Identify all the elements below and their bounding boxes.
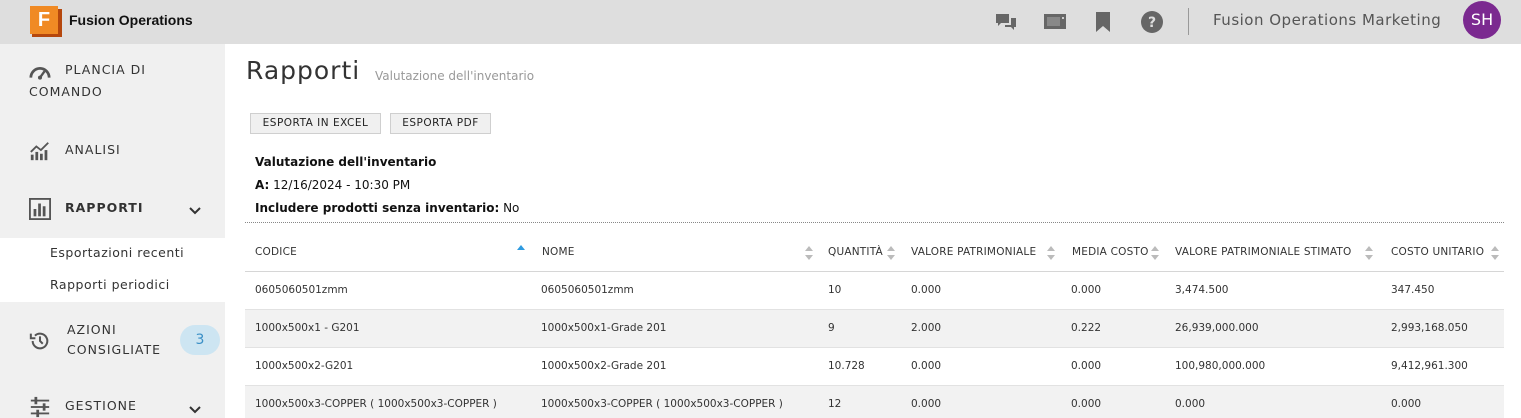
report-date-value: 12/16/2024 - 10:30 PM <box>273 178 411 192</box>
cell-costo-unitario: 347.450 <box>1391 284 1435 296</box>
include-products-value: No <box>503 201 520 215</box>
section-divider <box>245 222 1504 223</box>
export-excel-button[interactable]: ESPORTA IN EXCEL <box>250 113 381 134</box>
cell-costo-unitario: 9,412,961.300 <box>1391 360 1468 372</box>
sidebar-subitem-periodic-reports[interactable]: Rapporti periodici <box>50 277 170 292</box>
sidebar-item-gestione[interactable]: GESTIONE <box>0 392 225 418</box>
cell-valore-stimato: 0.000 <box>1175 398 1206 410</box>
cell-codice: 1000x500x3-COPPER ( 1000x500x3-COPPER ) <box>255 398 497 410</box>
export-pdf-button[interactable]: ESPORTA PDF <box>390 113 491 134</box>
sort-icon[interactable] <box>805 245 813 261</box>
cell-quantita: 10 <box>828 284 842 296</box>
sidebar: PLANCIA DI COMANDO ANALISI RAPPORTI Espo… <box>0 44 225 418</box>
cell-media-costo: 0.000 <box>1071 284 1102 296</box>
include-products-label: Includere prodotti senza inventario: <box>255 201 500 215</box>
sidebar-item-label: RAPPORTI <box>65 200 144 215</box>
cell-valore-patrimoniale: 0.000 <box>911 284 942 296</box>
cell-costo-unitario: 2,993,168.050 <box>1391 322 1468 334</box>
cell-valore-stimato: 26,939,000.000 <box>1175 322 1259 334</box>
cell-valore-patrimoniale: 2.000 <box>911 322 942 334</box>
report-date: A: 12/16/2024 - 10:30 PM <box>255 178 410 192</box>
column-header-nome[interactable]: NOME <box>542 246 575 258</box>
toolbar-divider <box>1188 8 1189 35</box>
cell-valore-stimato: 100,980,000.000 <box>1175 360 1266 372</box>
cell-quantita: 10.728 <box>828 360 865 372</box>
column-header-media-costo[interactable]: MEDIA COSTO <box>1072 246 1149 258</box>
chevron-down-icon[interactable] <box>188 402 202 416</box>
sidebar-item-dashboard[interactable]: PLANCIA DI COMANDO <box>0 54 225 106</box>
column-header-valore-patrimoniale-stimato[interactable]: VALORE PATRIMONIALE STIMATO <box>1175 246 1352 258</box>
chat-icon[interactable] <box>994 10 1018 34</box>
sidebar-subitem-recent-exports[interactable]: Esportazioni recenti <box>50 245 184 260</box>
cell-valore-patrimoniale: 0.000 <box>911 398 942 410</box>
line-chart-icon <box>30 142 49 161</box>
display-icon[interactable] <box>1043 10 1067 34</box>
column-header-quantita[interactable]: QUANTITÀ <box>828 246 883 258</box>
column-header-codice[interactable]: CODICE <box>255 246 297 258</box>
suggested-actions-count-badge: 3 <box>180 325 220 355</box>
cell-quantita: 12 <box>828 398 842 410</box>
sort-icon[interactable] <box>1047 245 1055 261</box>
report-name: Valutazione dell'inventario <box>255 155 437 169</box>
table-header-row: CODICE NOME QUANTITÀ VALORE PATRIMONIALE… <box>245 234 1504 272</box>
report-date-label: A: <box>255 178 270 192</box>
include-products-line: Includere prodotti senza inventario: No <box>255 201 519 215</box>
sidebar-item-label: PLANCIA DI <box>65 62 146 77</box>
sidebar-item-rapporti[interactable]: RAPPORTI <box>0 192 225 228</box>
sidebar-item-label: GESTIONE <box>65 398 137 413</box>
table-row[interactable]: 1000x500x3-COPPER ( 1000x500x3-COPPER ) … <box>245 386 1504 418</box>
cell-nome: 1000x500x3-COPPER ( 1000x500x3-COPPER ) <box>541 398 783 410</box>
table-row[interactable]: 1000x500x2-G201 1000x500x2-Grade 201 10.… <box>245 348 1504 386</box>
help-icon[interactable]: ? <box>1140 10 1164 34</box>
sidebar-item-label: COMANDO <box>29 84 103 99</box>
page-subtitle: Valutazione dell'inventario <box>375 69 535 83</box>
cell-codice: 0605060501zmm <box>255 284 348 296</box>
logo-letter: F <box>30 6 58 34</box>
table-row[interactable]: 1000x500x1 - G201 1000x500x1-Grade 201 9… <box>245 310 1504 348</box>
sort-ascending-icon[interactable] <box>517 243 525 259</box>
cell-valore-stimato: 3,474.500 <box>1175 284 1229 296</box>
cell-codice: 1000x500x2-G201 <box>255 360 354 372</box>
cell-media-costo: 0.222 <box>1071 322 1102 334</box>
history-icon <box>29 332 49 350</box>
cell-nome: 1000x500x1-Grade 201 <box>541 322 667 334</box>
top-bar: F Fusion Operations ? Fusion Operations … <box>0 0 1521 44</box>
sidebar-item-label: CONSIGLIATE <box>67 342 161 357</box>
report-icon <box>29 198 51 220</box>
organization-name[interactable]: Fusion Operations Marketing <box>1213 11 1441 29</box>
cell-nome: 0605060501zmm <box>541 284 634 296</box>
cell-quantita: 9 <box>828 322 835 334</box>
speedometer-icon <box>29 67 51 80</box>
cell-media-costo: 0.000 <box>1071 398 1102 410</box>
fusion-logo-icon[interactable]: F <box>30 6 62 37</box>
column-header-costo-unitario[interactable]: COSTO UNITARIO <box>1391 246 1484 258</box>
sort-icon[interactable] <box>1151 245 1159 261</box>
app-title[interactable]: Fusion Operations <box>69 12 193 28</box>
cell-valore-patrimoniale: 0.000 <box>911 360 942 372</box>
sidebar-item-label: AZIONI <box>67 322 117 337</box>
cell-media-costo: 0.000 <box>1071 360 1102 372</box>
sort-icon[interactable] <box>1365 245 1373 261</box>
bookmark-icon[interactable] <box>1091 10 1115 34</box>
rapporti-submenu: Esportazioni recenti Rapporti periodici <box>0 238 225 302</box>
cell-nome: 1000x500x2-Grade 201 <box>541 360 667 372</box>
table-row[interactable]: 0605060501zmm 0605060501zmm 10 0.000 0.0… <box>245 272 1504 310</box>
sort-icon[interactable] <box>887 245 895 261</box>
sidebar-item-analisi[interactable]: ANALISI <box>0 134 225 170</box>
chevron-down-icon[interactable] <box>188 203 202 217</box>
svg-text:?: ? <box>1148 15 1156 31</box>
sliders-icon <box>30 396 50 418</box>
sort-icon[interactable] <box>1491 245 1499 261</box>
column-header-valore-patrimoniale[interactable]: VALORE PATRIMONIALE <box>911 246 1036 258</box>
cell-costo-unitario: 0.000 <box>1391 398 1422 410</box>
sidebar-item-label: ANALISI <box>65 142 121 157</box>
user-avatar[interactable]: SH <box>1463 1 1501 39</box>
page-title: Rapporti <box>246 56 361 85</box>
cell-codice: 1000x500x1 - G201 <box>255 322 360 334</box>
